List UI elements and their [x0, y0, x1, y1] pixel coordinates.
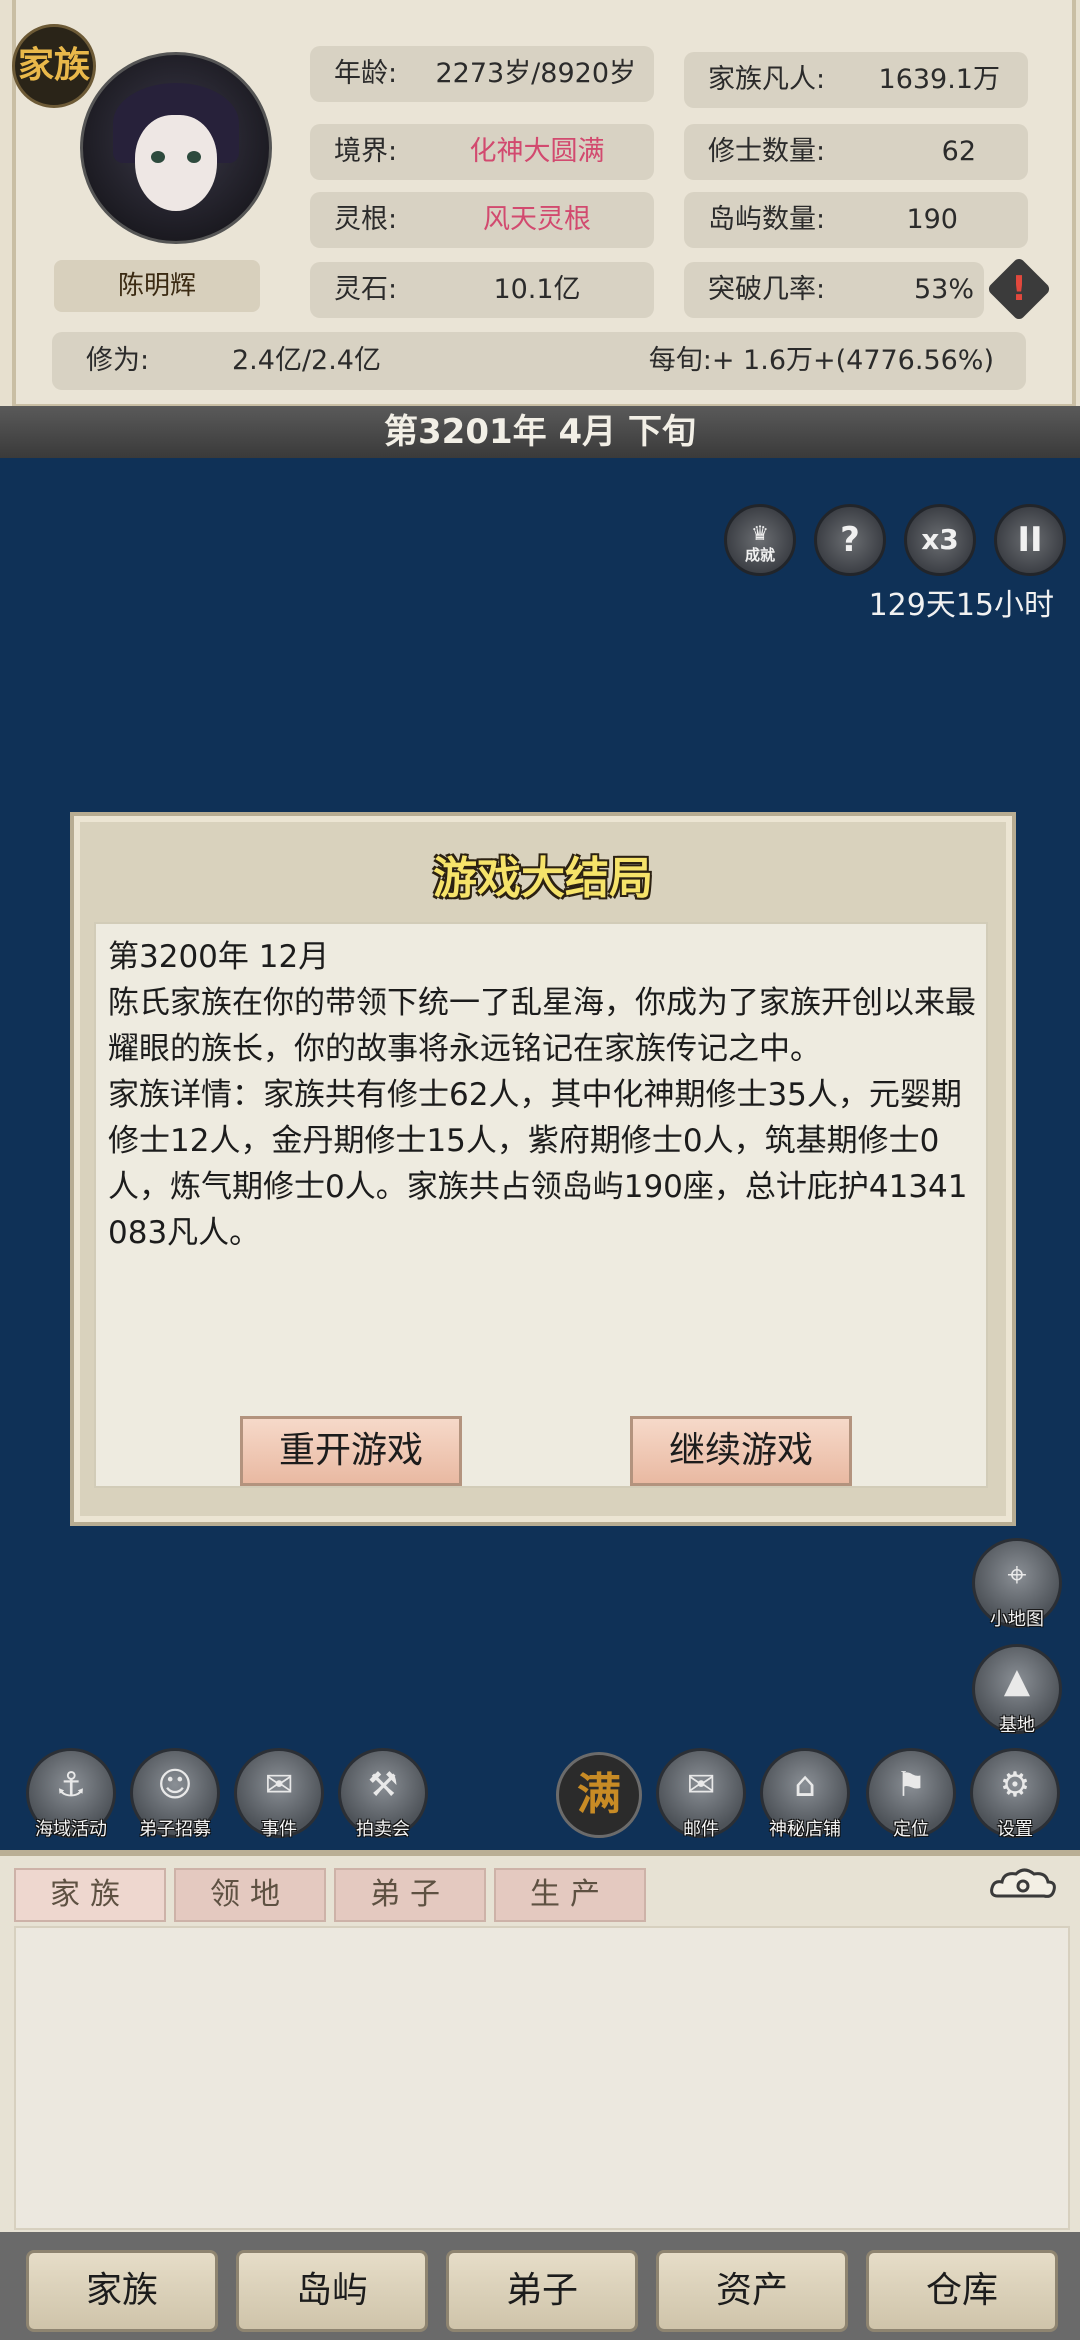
avatar-eye-left: [151, 151, 165, 163]
nav-warehouse[interactable]: 仓库: [866, 2250, 1058, 2332]
cultivation-value: 2.4亿/2.4亿: [232, 345, 381, 376]
achievement-button[interactable]: ♛ 成就: [724, 504, 796, 576]
auction-button[interactable]: ⚒ 拍卖会: [338, 1748, 428, 1840]
avatar-eye-right: [187, 151, 201, 163]
flag-icon: ⚑: [895, 1765, 927, 1805]
stat-label: 灵石:: [334, 274, 398, 305]
achievement-label: 成就: [744, 546, 775, 564]
stat-value: 53%: [913, 274, 974, 305]
family-badge[interactable]: 家族: [12, 24, 96, 108]
stat-label: 突破几率:: [708, 274, 826, 305]
cultivation-bar: 修为: 2.4亿/2.4亿 每旬:+ 1.6万+(4776.56%): [52, 332, 1026, 390]
stat-age: 年龄: 2273岁/8920岁: [310, 46, 654, 102]
stat-value: 190: [906, 204, 958, 235]
cultivation-rate: 每旬:+ 1.6万+(4776.56%): [648, 345, 994, 376]
stat-spirit-stones: 灵石: 10.1亿: [310, 262, 654, 318]
stat-label: 修士数量:: [708, 136, 826, 167]
breakthrough-warning-icon[interactable]: !: [986, 256, 1052, 322]
collapse-cloud-icon[interactable]: [988, 1866, 1058, 1906]
base-label: 基地: [999, 1715, 1035, 1736]
stat-label: 家族凡人:: [708, 64, 826, 95]
nav-family[interactable]: 家族: [26, 2250, 218, 2332]
dialog-story-line: 陈氏家族在你的带领下统一了乱星海，你成为了家族开创以来最耀眼的族长，你的故事将永…: [108, 985, 976, 1067]
sea-icon: ⚓: [55, 1765, 87, 1805]
dialog-date-line: 第3200年 12月: [108, 939, 330, 975]
dialog-body: 第3200年 12月 陈氏家族在你的带领下统一了乱星海，你成为了家族开创以来最耀…: [94, 922, 988, 1488]
action-label: 拍卖会: [356, 1819, 410, 1840]
restart-game-button[interactable]: 重开游戏: [240, 1416, 462, 1486]
dialog-details-line: 家族详情：家族共有修士62人，其中化神期修士35人，元婴期修士12人，金丹期修士…: [108, 1077, 968, 1251]
stat-value: 62: [941, 136, 976, 167]
game-date: 第3201年 4月 下旬: [0, 406, 1080, 458]
stat-mortals: 家族凡人: 1639.1万: [684, 52, 1028, 108]
mail-icon: ✉: [686, 1765, 716, 1805]
cultivation-label: 修为:: [86, 345, 150, 376]
lower-tab-family[interactable]: 家族: [14, 1868, 166, 1922]
minimap-button[interactable]: ⌖ 小地图: [972, 1538, 1062, 1630]
stat-value: 风天灵根: [483, 204, 591, 235]
pause-button[interactable]: II: [994, 504, 1066, 576]
bottom-navigation: 家族 岛屿 弟子 资产 仓库: [0, 2232, 1080, 2340]
status-panel: 家族 陈明辉 年龄: 2273岁/8920岁 境界: 化神大圆满 灵根: 风天灵…: [0, 0, 1080, 428]
gavel-icon: ⚒: [367, 1765, 399, 1805]
stat-label: 灵根:: [334, 204, 398, 235]
locate-button[interactable]: ⚑ 定位: [866, 1748, 956, 1840]
disciple-recruit-button[interactable]: ☺ 弟子招募: [130, 1748, 220, 1840]
warning-glyph: !: [1011, 269, 1027, 309]
lower-tab-production[interactable]: 生产: [494, 1868, 646, 1922]
lower-panel-content: [14, 1926, 1070, 2230]
sea-activity-button[interactable]: ⚓ 海域活动: [26, 1748, 116, 1840]
minimap-label: 小地图: [990, 1609, 1044, 1630]
stat-label: 岛屿数量:: [708, 204, 826, 235]
mail-button[interactable]: ✉ 邮件: [656, 1748, 746, 1840]
dialog-title: 游戏大结局: [433, 853, 653, 904]
scroll-icon: ✉: [264, 1765, 294, 1805]
events-button[interactable]: ✉ 事件: [234, 1748, 324, 1840]
shop-icon: ⌂: [794, 1765, 816, 1805]
stat-value: 2273岁/8920岁: [435, 58, 636, 89]
character-name: 陈明辉: [54, 260, 260, 312]
stat-spirit-root: 灵根: 风天灵根: [310, 192, 654, 248]
dialog-text: 第3200年 12月 陈氏家族在你的带领下统一了乱星海，你成为了家族开创以来最耀…: [108, 934, 978, 1256]
stat-value: 化神大圆满: [469, 136, 605, 167]
trophy-icon: ♛: [751, 521, 769, 545]
lower-tab-territory[interactable]: 领地: [174, 1868, 326, 1922]
recruit-icon: ☺: [157, 1765, 193, 1805]
help-button[interactable]: ?: [814, 504, 886, 576]
full-status-icon[interactable]: 满: [556, 1752, 642, 1838]
nav-assets[interactable]: 资产: [656, 2250, 848, 2332]
action-label: 设置: [997, 1819, 1033, 1840]
stat-value: 10.1亿: [493, 274, 581, 305]
base-button[interactable]: ▲ 基地: [972, 1644, 1062, 1736]
lower-tab-disciples[interactable]: 弟子: [334, 1868, 486, 1922]
stat-breakthrough: 突破几率: 53%: [684, 262, 984, 318]
ending-dialog: 游戏大结局 第3200年 12月 陈氏家族在你的带领下统一了乱星海，你成为了家族…: [70, 812, 1016, 1526]
character-avatar[interactable]: [80, 52, 272, 244]
location-pin-icon: ⌖: [1007, 1555, 1027, 1595]
gear-icon: ⚙: [999, 1765, 1031, 1805]
speed-button[interactable]: x3: [904, 504, 976, 576]
stat-islands: 岛屿数量: 190: [684, 192, 1028, 248]
stat-value: 1639.1万: [878, 64, 1000, 95]
continue-game-button[interactable]: 继续游戏: [630, 1416, 852, 1486]
countdown-timer: 129天15小时: [868, 588, 1054, 623]
mountain-icon: ▲: [1003, 1661, 1031, 1701]
stat-realm: 境界: 化神大圆满: [310, 124, 654, 180]
settings-button[interactable]: ⚙ 设置: [970, 1748, 1060, 1840]
lower-panel: 家族 领地 弟子 生产: [0, 1850, 1080, 2238]
nav-disciples[interactable]: 弟子: [446, 2250, 638, 2332]
nav-islands[interactable]: 岛屿: [236, 2250, 428, 2332]
stat-label: 年龄:: [334, 58, 398, 89]
mystery-shop-button[interactable]: ⌂ 神秘店铺: [760, 1748, 850, 1840]
avatar-face: [135, 115, 217, 211]
stat-label: 境界:: [334, 136, 398, 167]
stat-cultivators: 修士数量: 62: [684, 124, 1028, 180]
